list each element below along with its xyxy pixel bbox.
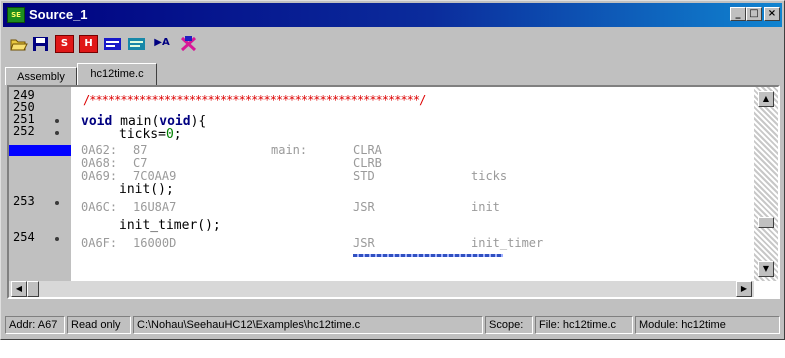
- breakpoint-dot-icon[interactable]: [55, 237, 59, 241]
- asm-argument: init: [471, 200, 500, 214]
- maximize-icon: □: [749, 8, 759, 19]
- comment-line: /***************************************…: [83, 93, 426, 107]
- toolbar: S H ▶A: [3, 29, 782, 59]
- source-window-icon: SE: [7, 7, 25, 23]
- arrow-up-icon: ▲: [762, 94, 770, 103]
- asm-address: 0A68:: [81, 156, 118, 170]
- source-mode-icon: S: [60, 38, 69, 49]
- number-literal: 0: [165, 127, 174, 142]
- asm-address: 0A62:: [81, 143, 118, 157]
- step-source-button[interactable]: [103, 35, 122, 53]
- line-number: 254: [13, 230, 35, 244]
- asm-bytes: 87: [133, 143, 148, 157]
- source-window: SE Source_1 _ □ × S H ▶A Assembly hc12ti…: [0, 0, 785, 340]
- line-number: 253: [13, 194, 35, 208]
- save-icon: [33, 37, 48, 51]
- find-button[interactable]: [179, 35, 198, 53]
- keyword: void: [81, 114, 113, 129]
- open-folder-icon: [10, 39, 28, 51]
- code-view[interactable]: /***************************************…: [71, 87, 754, 281]
- status-file-path: C:\Nohau\SeehauHC12\Examples\hc12time.c: [133, 316, 483, 334]
- asm-bytes: 7C0AA9: [133, 169, 177, 183]
- minimize-button[interactable]: _: [730, 7, 746, 21]
- asm-opcode: JSR: [353, 236, 375, 250]
- step-source-icon: [104, 38, 121, 50]
- ticks-statement: ticks=0;: [119, 128, 182, 141]
- tab-hc12time-c[interactable]: hc12time.c: [77, 63, 157, 85]
- line-number-gutter: 249 250 251 252 253 254: [9, 87, 71, 281]
- init-timer-statement: init_timer();: [119, 218, 221, 233]
- asm-opcode: CLRA: [353, 143, 382, 157]
- vertical-scrollbar[interactable]: ▲ ▼: [754, 87, 778, 281]
- find-icon: [180, 36, 197, 52]
- title-bar[interactable]: SE Source_1 _ □ ×: [3, 3, 782, 27]
- asm-argument: ticks: [471, 169, 508, 183]
- scroll-left-button[interactable]: ◀: [11, 281, 27, 297]
- maximize-button[interactable]: □: [746, 7, 762, 21]
- init-statement: init();: [119, 182, 174, 197]
- close-icon: ×: [767, 8, 777, 19]
- asm-address: 0A6F:: [81, 236, 118, 250]
- line-number: 252: [13, 124, 35, 138]
- horizontal-scroll-thumb[interactable]: [27, 281, 39, 297]
- hex-mode-button[interactable]: H: [79, 35, 98, 53]
- run-to-cursor-icon: ▶A: [154, 37, 170, 48]
- breakpoint-dot-icon[interactable]: [55, 119, 59, 123]
- status-scope: Scope:: [485, 316, 533, 334]
- run-to-cursor-button[interactable]: ▶A: [151, 35, 173, 53]
- punctuation: ){: [190, 114, 207, 129]
- scroll-up-button[interactable]: ▲: [758, 91, 774, 107]
- status-mode: Read only: [67, 316, 131, 334]
- asm-bytes: 16U8A7: [133, 200, 177, 214]
- scroll-down-button[interactable]: ▼: [758, 261, 774, 277]
- status-module: Module: hc12time: [635, 316, 780, 334]
- step-assembly-icon: [128, 38, 145, 50]
- source-mode-button[interactable]: S: [55, 35, 74, 53]
- asm-opcode: JSR: [353, 200, 375, 214]
- step-assembly-button[interactable]: [127, 35, 146, 53]
- source-panel: 249 250 251 252 253 254 /***************…: [7, 85, 780, 299]
- statement-end: ;: [173, 127, 182, 142]
- status-file: File: hc12time.c: [535, 316, 633, 334]
- status-address: Addr: A67: [5, 316, 65, 334]
- asm-label: main:: [271, 143, 308, 157]
- asm-opcode: CLRB: [353, 156, 382, 170]
- horizontal-scrollbar[interactable]: ◀ ▶: [9, 281, 754, 297]
- arrow-down-icon: ▼: [762, 264, 770, 273]
- asm-address: 0A69:: [81, 169, 118, 183]
- close-button[interactable]: ×: [764, 7, 780, 21]
- next-line-indicator: [353, 254, 503, 257]
- tab-assembly[interactable]: Assembly: [5, 67, 77, 85]
- window-title: Source_1: [29, 7, 88, 22]
- breakpoint-dot-icon[interactable]: [55, 131, 59, 135]
- minimize-icon: _: [735, 8, 741, 19]
- asm-bytes: C7: [133, 156, 148, 170]
- tab-bar: Assembly hc12time.c: [3, 61, 782, 85]
- program-counter-marker: [9, 145, 71, 156]
- arrow-left-icon: ◀: [15, 284, 23, 293]
- arrow-right-icon: ▶: [740, 284, 748, 293]
- asm-bytes: 16000D: [133, 236, 177, 250]
- asm-opcode: STD: [353, 169, 375, 183]
- statement-text: ticks=: [119, 127, 166, 142]
- hex-mode-icon: H: [84, 38, 93, 49]
- asm-argument: init_timer: [471, 236, 544, 250]
- save-button[interactable]: [31, 35, 50, 53]
- status-bar: Addr: A67 Read only C:\Nohau\SeehauHC12\…: [3, 314, 782, 336]
- scroll-thumb[interactable]: [758, 217, 774, 228]
- breakpoint-dot-icon[interactable]: [55, 201, 59, 205]
- open-folder-button[interactable]: [9, 35, 28, 53]
- scroll-right-button[interactable]: ▶: [736, 281, 752, 297]
- asm-address: 0A6C:: [81, 200, 118, 214]
